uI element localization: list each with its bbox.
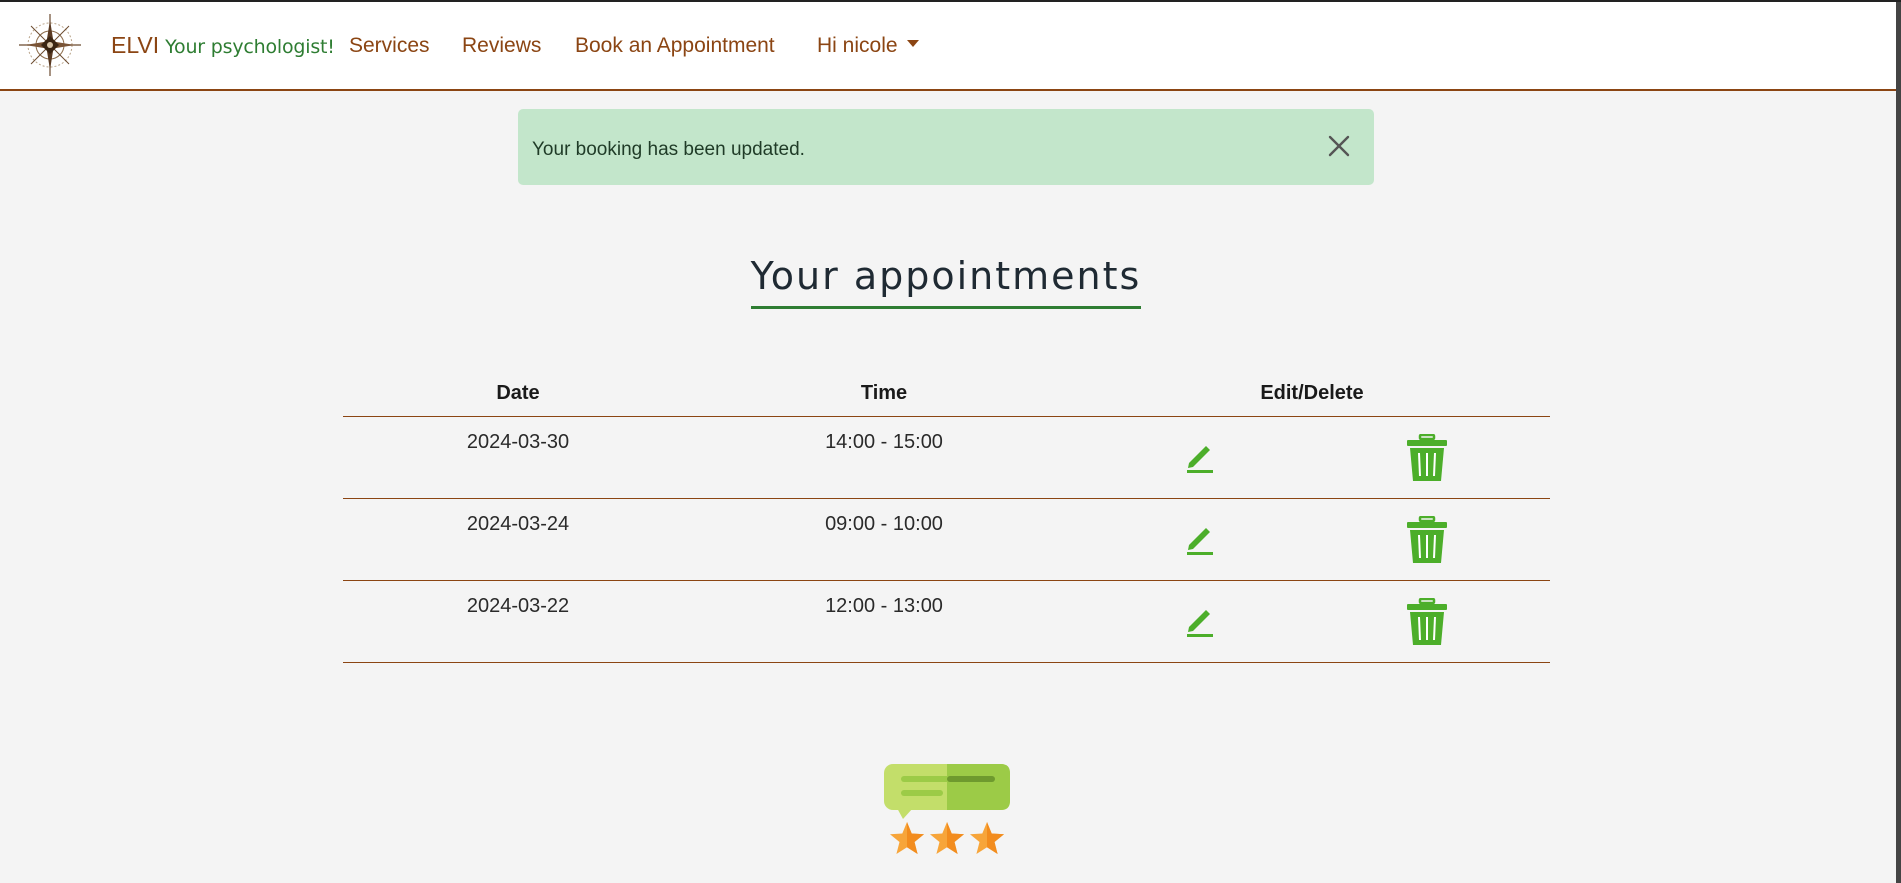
nav-item-services[interactable]: Services [349, 34, 430, 58]
header-time: Time [860, 382, 908, 404]
success-alert: Your booking has been updated. [518, 109, 1374, 185]
header-edit-delete: Edit/Delete [1260, 382, 1364, 404]
header-date: Date [496, 382, 540, 404]
appointment-date: 2024-03-30 [466, 431, 570, 453]
table-row: 2024-03-30 14:00 - 15:00 [343, 417, 1550, 499]
compass-rose-icon[interactable] [17, 12, 83, 78]
trash-icon[interactable] [1406, 434, 1448, 482]
scrollbar-track[interactable] [1896, 2, 1901, 883]
review-stars-icon [884, 764, 1010, 854]
appointment-time: 09:00 - 10:00 [825, 513, 943, 535]
trash-icon[interactable] [1406, 598, 1448, 646]
alert-message: Your booking has been updated. [532, 138, 805, 160]
table-header-row: Date Time Edit/Delete [343, 376, 1550, 417]
chevron-down-icon [906, 39, 919, 47]
close-icon[interactable] [1326, 133, 1352, 159]
app-viewport: ELVI Your psychologist! Services Reviews… [0, 0, 1901, 883]
pencil-icon[interactable] [1183, 522, 1217, 556]
brand[interactable]: ELVI Your psychologist! [111, 32, 335, 59]
brand-name: ELVI [111, 32, 160, 58]
nav-item-book-appointment[interactable]: Book an Appointment [575, 34, 775, 58]
trash-icon[interactable] [1406, 516, 1448, 564]
scrollbar-thumb[interactable] [1896, 2, 1901, 883]
brand-tagline: Your psychologist! [165, 36, 335, 58]
top-navbar: ELVI Your psychologist! Services Reviews… [0, 2, 1898, 91]
page-heading: Your appointments [0, 254, 1892, 309]
pencil-icon[interactable] [1183, 440, 1217, 474]
appointment-date: 2024-03-22 [466, 595, 570, 617]
nav-item-reviews[interactable]: Reviews [462, 34, 541, 58]
appointment-time: 12:00 - 13:00 [825, 595, 943, 617]
table-row: 2024-03-22 12:00 - 13:00 [343, 581, 1550, 663]
user-menu-toggle[interactable]: Hi nicole [817, 34, 919, 58]
user-menu-label: Hi nicole [817, 34, 898, 57]
appointment-date: 2024-03-24 [466, 513, 570, 535]
table-row: 2024-03-24 09:00 - 10:00 [343, 499, 1550, 581]
pencil-icon[interactable] [1183, 604, 1217, 638]
page-title: Your appointments [750, 254, 1142, 309]
appointments-table: Date Time Edit/Delete 2024-03-30 14:00 -… [343, 376, 1550, 663]
appointment-time: 14:00 - 15:00 [825, 431, 943, 453]
